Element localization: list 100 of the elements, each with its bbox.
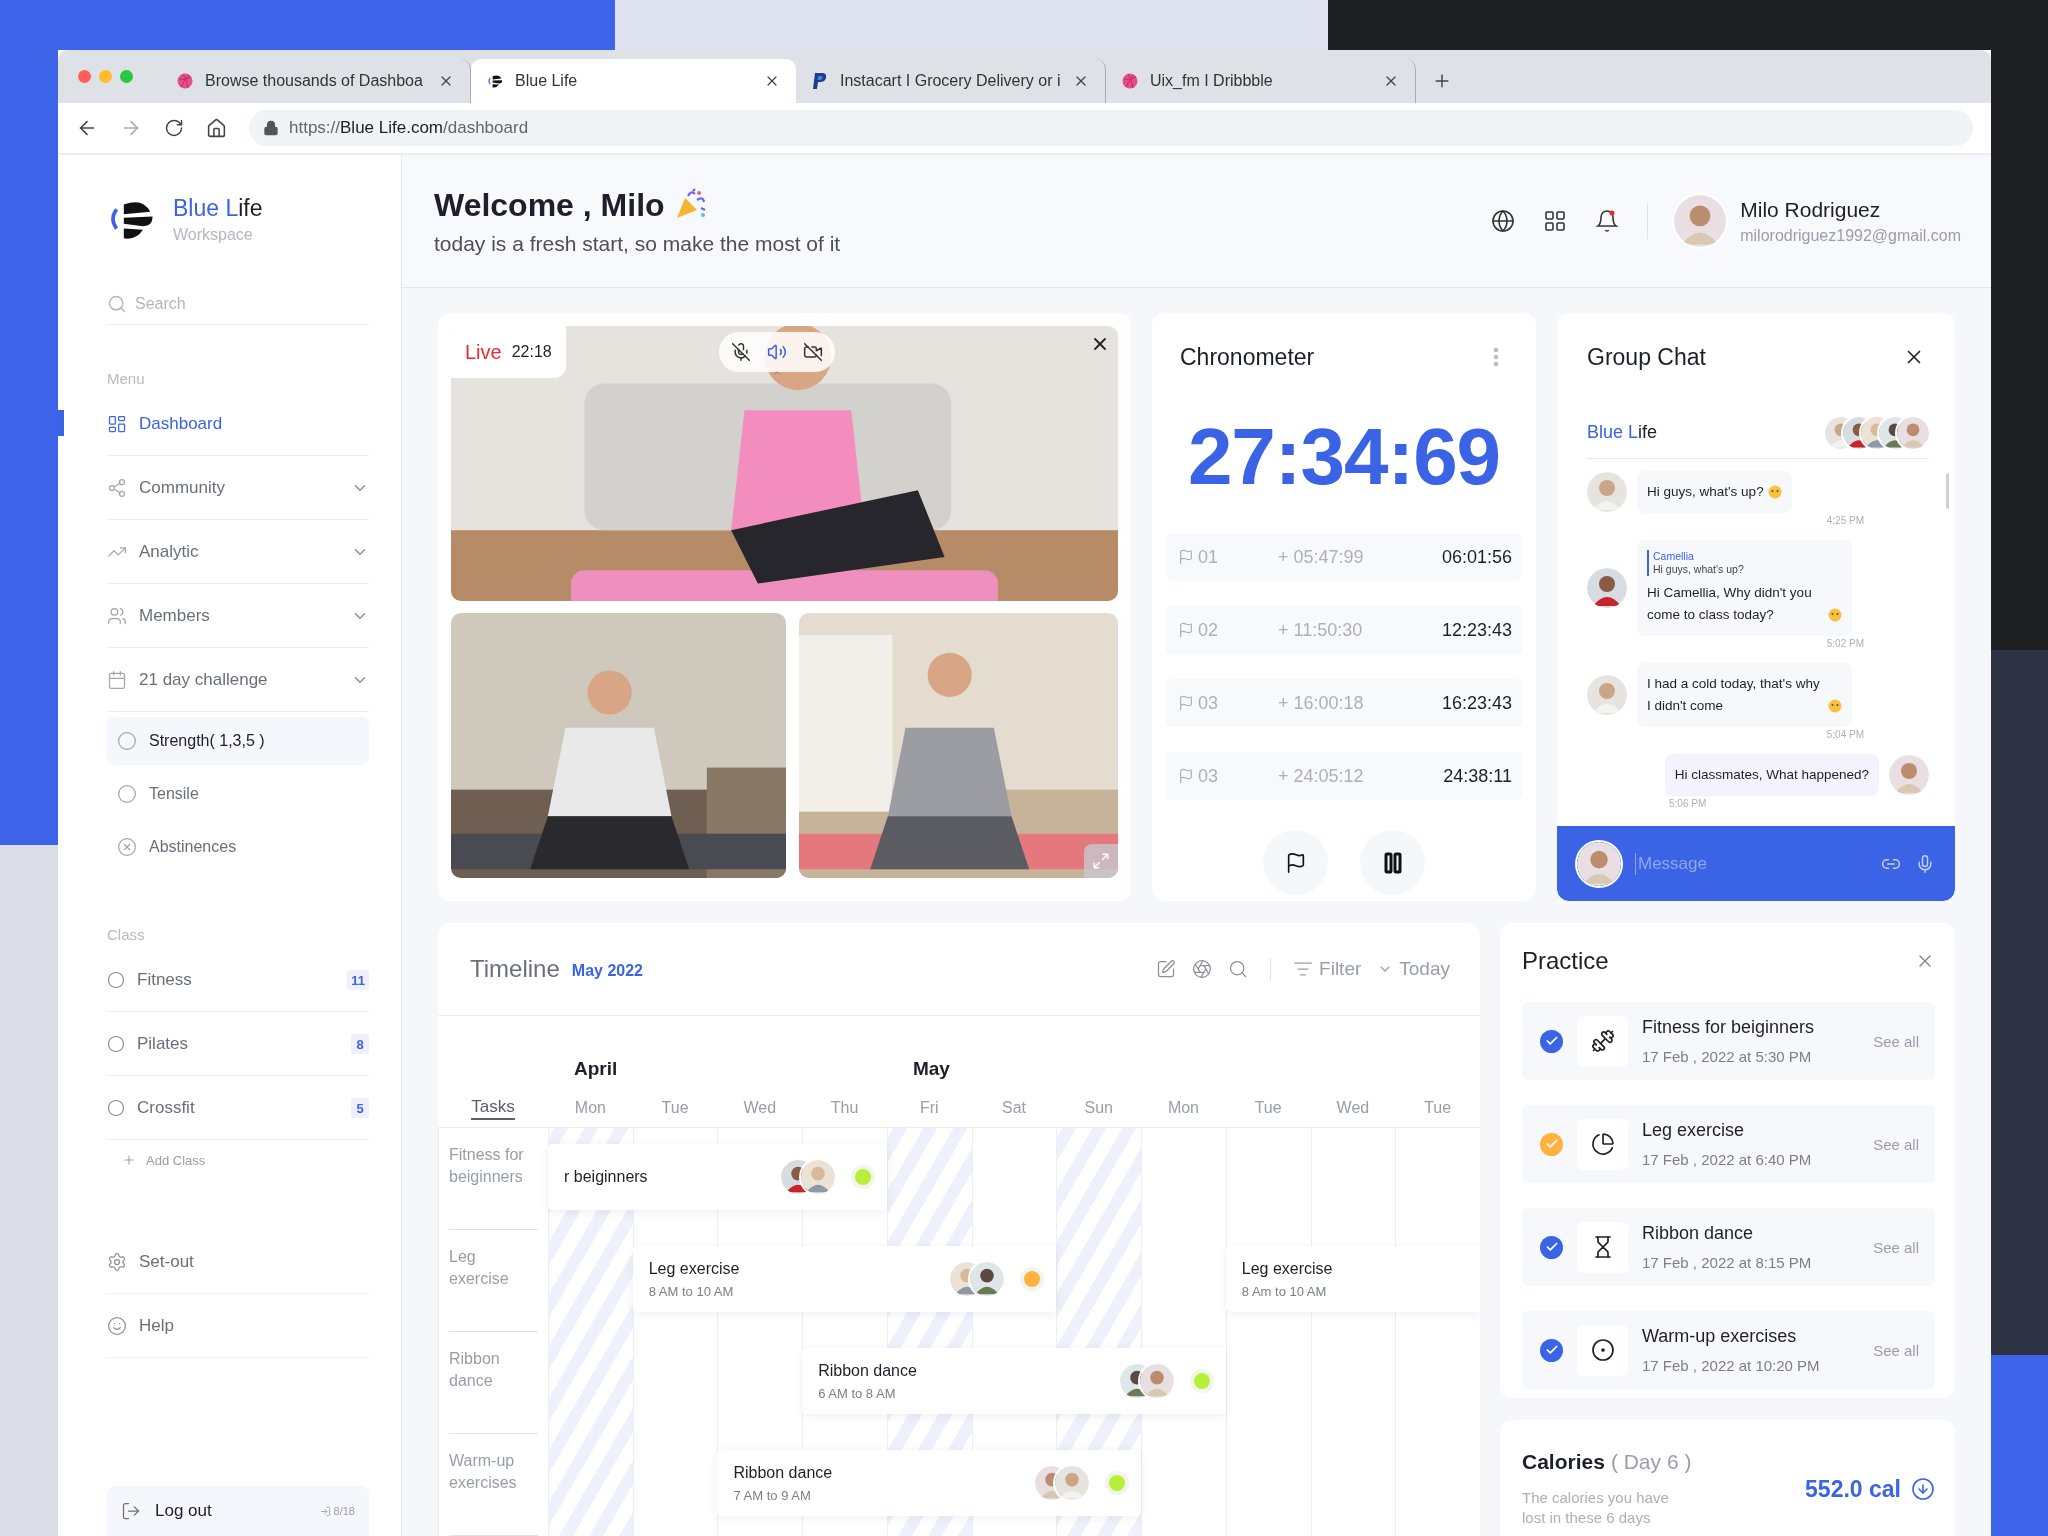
avatar [1587,675,1627,715]
avatar [1139,1364,1174,1398]
event-time: 8 AM to 10 AM [648,1283,735,1299]
avatar [800,1160,835,1194]
stopwatch-time: 27:34:69 [1186,411,1502,503]
message-field[interactable]: Message [1635,852,1867,875]
card-title: Group Chat [1587,343,1706,371]
lap-total: 24:38:11 [1443,765,1512,787]
calories-title: Calories [1522,1450,1605,1474]
tab-title: Browse thousands of Dashboa [205,72,424,90]
camera-off-icon[interactable] [803,342,823,362]
class-item[interactable]: Fitness 11 [58,948,401,1012]
lock-icon [263,120,279,136]
day-label: Tue [1254,1098,1282,1117]
practice-item[interactable]: Ribbon dance 17 Feb , 2022 at 8:15 PM See all [1522,1208,1935,1286]
circle-icon [117,784,137,804]
day-label: Wed [743,1098,777,1117]
globe-icon[interactable] [1491,209,1516,233]
today-dropdown[interactable]: Today [1377,958,1450,980]
bell-icon[interactable] [1595,209,1620,233]
event-time: 7 AM to 9 AM [733,1487,812,1503]
lap-number: 02 [1178,619,1268,641]
reply-quote: Camellia Hi guys, what's up? [1647,550,1824,576]
event-title: Leg exercise [648,1259,741,1278]
count-badge: 8 [351,1034,369,1054]
nav-item[interactable]: Set-out [58,1230,401,1294]
tab-title: Blue Life [515,72,579,90]
session-count: 8/18 [319,1505,355,1517]
user-name: Milo Rodriguez [1740,197,1882,222]
event-title: r beiginners [564,1168,649,1186]
nav-subitem[interactable]: Tensile [107,770,369,818]
target-icon [1590,1338,1615,1362]
expand-icon [1092,852,1110,870]
nav-item[interactable]: Help [58,1294,401,1358]
task-label: Ribbon dance [449,1350,500,1389]
event-card[interactable]: Ribbon dance 6 AM to 8 AM [802,1348,1226,1414]
practice-item[interactable]: Warm-up exercises 17 Feb , 2022 at 10:20 PM See all [1522,1311,1935,1389]
plus-icon [122,1153,136,1167]
avatar [1889,755,1929,795]
mic-off-icon[interactable] [731,342,751,362]
class-item[interactable]: Crossfit 5 [58,1076,401,1140]
avatar [1587,568,1627,608]
edit-icon[interactable] [1156,959,1177,979]
event-time: 8 Am to 10 AM [1241,1283,1328,1299]
search-icon[interactable] [1228,959,1249,979]
avatar [970,1262,1005,1296]
pie-icon [1590,1132,1615,1156]
day-label: Tue [661,1098,689,1117]
nav-item[interactable]: Community [58,456,401,520]
task-label: Fitness for beiginners [449,1146,524,1185]
add-class-link[interactable]: Add Class [122,1140,401,1180]
nav-item[interactable]: Dashboard [58,392,401,456]
lap-split: + 05:47:99 [1277,546,1365,568]
lap-split: + 16:00:18 [1277,692,1365,714]
people-icon [107,606,127,626]
avatar [1055,1466,1090,1500]
section-heading: Menu [107,370,146,389]
speaker-icon[interactable] [767,342,787,362]
home-icon[interactable] [206,117,227,139]
brand-name: Blue Life [173,194,263,222]
welcome-subtitle: today is a fresh start, so make the most of it [434,231,842,256]
nav-item[interactable]: Analytic [58,520,401,584]
aperture-icon[interactable] [1192,959,1213,979]
browser-tab[interactable]: Blue Life [471,59,796,103]
class-item[interactable]: Pilates 8 [58,1012,401,1076]
event-card[interactable]: Leg exercise 8 Am to 10 AM [1225,1246,1480,1312]
event-card[interactable]: Ribbon dance 7 AM to 9 AM [717,1450,1142,1516]
mic-icon[interactable] [1915,853,1935,874]
lap-number: 03 [1178,765,1268,787]
practice-item[interactable]: Leg exercise 17 Feb , 2022 at 6:40 PM See all [1522,1105,1935,1183]
class-name: Crossfit [137,1098,196,1118]
practice-title: Warm-up exercises [1642,1326,1798,1347]
event-card[interactable]: Leg exercise 8 AM to 10 AM [632,1246,1057,1312]
user-email: milorodriguez1992@gmail.com [1740,226,1961,245]
section-heading: Class [107,926,146,945]
flag-icon [1178,549,1194,565]
event-time: 6 AM to 8 AM [818,1385,897,1401]
practice-item[interactable]: Fitness for beiginners 17 Feb , 2022 at 5:30 PM See all [1522,1002,1935,1080]
logout-button[interactable]: Log out 8/18 [107,1486,369,1536]
card-title: Chronometer [1180,343,1315,371]
reload-icon[interactable] [164,118,184,138]
avatar [1897,416,1929,449]
browser-tab[interactable]: Instacart I Grocery Delivery or i [796,59,1106,103]
message-time: 5:04 PM [1825,729,1865,740]
browser-tab[interactable]: Uix_fm I Dribbble [1106,59,1416,103]
tasks-tab[interactable]: Tasks [471,1095,515,1120]
practice-title: Ribbon dance [1642,1223,1755,1244]
nav-item[interactable]: Members [58,584,401,648]
live-time: 22:18 [511,343,552,361]
avatar [1674,195,1727,247]
address-field[interactable]: https://Blue Life.com/dashboard [249,110,1973,146]
nav-subitem[interactable]: Strength( 1,3,5 ) [107,717,369,765]
nav-item[interactable]: 21 day challenge [58,648,401,712]
download-icon[interactable] [1911,1477,1935,1501]
nav-subitem[interactable]: Abstinences [107,823,369,871]
event-card[interactable]: r beiginners [548,1144,887,1210]
grid-icon[interactable] [1543,209,1568,233]
circle-icon [117,731,137,751]
filter-button[interactable]: Filter [1293,958,1362,980]
group-name: Blue Life [1587,422,1658,443]
